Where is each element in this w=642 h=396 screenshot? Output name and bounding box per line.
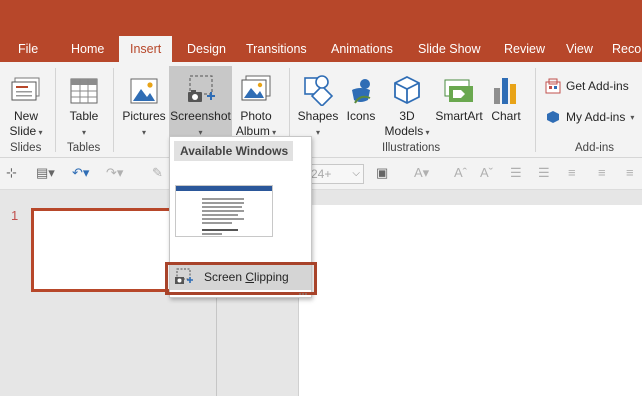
- pictures-icon: [130, 78, 158, 104]
- new-slide-label-line1: New: [13, 109, 38, 123]
- 3d-models-label-line2: Models: [384, 124, 424, 138]
- tab-home[interactable]: Home: [55, 36, 119, 62]
- my-add-ins-icon: [547, 111, 559, 123]
- chevron-down-icon: ▾: [36, 128, 43, 137]
- window-thumbnail-titlebar: [176, 186, 272, 191]
- group-label-illustrations: Illustrations: [382, 142, 441, 154]
- smartart-icon: [444, 79, 473, 102]
- shapes-label: Shapes: [297, 109, 339, 123]
- tab-record[interactable]: Reco: [605, 36, 642, 62]
- font-size-value: 24+: [311, 167, 332, 181]
- tab-transitions[interactable]: Transitions: [235, 36, 319, 62]
- chevron-down-icon: ▾: [423, 128, 430, 137]
- tab-insert[interactable]: Insert: [119, 36, 172, 62]
- undo-icon[interactable]: ↶▾: [72, 165, 89, 181]
- icons-button[interactable]: Icons: [342, 66, 380, 140]
- available-windows-header: Available Windows: [174, 141, 293, 161]
- chart-icon: [494, 78, 516, 104]
- get-add-ins-label: Get Add-ins: [566, 79, 629, 93]
- numbering-icon[interactable]: ☰: [538, 165, 550, 181]
- slide-canvas[interactable]: [298, 205, 642, 396]
- 3d-models-button[interactable]: 3D Models ▾: [383, 66, 431, 140]
- tab-review[interactable]: Review: [491, 36, 554, 62]
- shapes-button[interactable]: Shapes ▾: [296, 66, 340, 140]
- icons-label: Icons: [346, 109, 376, 123]
- arrange-icon[interactable]: ⊹: [6, 165, 17, 181]
- tab-file[interactable]: File: [0, 36, 55, 62]
- align-left-icon[interactable]: ≡: [598, 165, 606, 180]
- new-slide-label-line2: Slide: [9, 124, 37, 138]
- resize-grip-icon[interactable]: [298, 292, 308, 296]
- new-slide-icon: [11, 77, 40, 101]
- textbox-icon[interactable]: ▣: [376, 165, 388, 181]
- chevron-down-icon: ⌵: [352, 168, 360, 179]
- photo-album-label-line1: Photo: [240, 109, 272, 123]
- chevron-down-icon: ▾: [141, 128, 146, 137]
- font-increase-icon[interactable]: Aˆ: [454, 165, 467, 180]
- smartart-button[interactable]: SmartArt: [433, 66, 485, 140]
- ribbon-tabs: File Home Insert Design Transitions Anim…: [0, 36, 642, 62]
- new-slide-button[interactable]: New Slide ▾: [4, 66, 48, 140]
- 3d-models-label-line1: 3D: [399, 109, 415, 123]
- get-add-ins-button[interactable]: Get Add-ins: [545, 75, 629, 97]
- highlight-box: [165, 262, 317, 295]
- chevron-down-icon: ▾: [315, 128, 320, 137]
- font-decrease-icon[interactable]: Aˇ: [480, 165, 493, 180]
- group-label-slides: Slides: [10, 142, 42, 154]
- font-size-box[interactable]: 24+ ⌵: [304, 164, 364, 184]
- font-color-icon[interactable]: A▾: [414, 165, 429, 181]
- my-add-ins-button[interactable]: My Add-ins ▾: [545, 106, 634, 128]
- chevron-down-icon: ▾: [630, 112, 635, 122]
- redo-icon[interactable]: ↷▾: [106, 165, 123, 181]
- align-right-icon[interactable]: ≡: [626, 165, 634, 180]
- cube-icon: [394, 75, 420, 105]
- tab-slide-show[interactable]: Slide Show: [407, 36, 491, 62]
- group-divider: [113, 68, 114, 152]
- format-painter-icon[interactable]: ✎: [152, 165, 163, 181]
- pictures-label: Pictures: [122, 109, 166, 123]
- tab-animations[interactable]: Animations: [319, 36, 407, 62]
- group-label-add-ins: Add-ins: [575, 142, 614, 154]
- screenshot-button[interactable]: Screenshot ▾: [169, 66, 232, 140]
- store-icon: [545, 78, 561, 94]
- screenshot-icon: [187, 75, 215, 102]
- pictures-button[interactable]: Pictures ▾: [120, 66, 168, 140]
- table-icon: [70, 78, 98, 104]
- slide-number: 1: [11, 208, 19, 223]
- my-add-ins-label: My Add-ins: [566, 110, 626, 124]
- photo-album-icon: [241, 75, 271, 101]
- chart-button[interactable]: Chart: [486, 66, 526, 140]
- photo-album-button[interactable]: Photo Album ▾: [233, 66, 279, 140]
- group-divider: [55, 68, 56, 152]
- formatting-toolbar: ⊹ ▤▾ ↶▾ ↷▾ ✎ 24+ ⌵ ▣ A▾ Aˆ Aˇ ☰ ☰ ≡ ≡ ≡: [0, 158, 642, 190]
- icons-icon: [352, 79, 371, 104]
- chevron-down-icon: ▾: [81, 128, 86, 137]
- table-label: Table: [69, 109, 99, 123]
- screenshot-label: Screenshot: [170, 109, 231, 123]
- group-label-tables: Tables: [67, 142, 101, 154]
- bullets-icon[interactable]: ☰: [510, 165, 522, 181]
- table-button[interactable]: Table ▾: [62, 66, 106, 140]
- ribbon: New Slide ▾ Slides Table ▾ Tables Pictur…: [0, 62, 642, 158]
- layout-icon[interactable]: ▤▾: [36, 165, 55, 181]
- tab-view[interactable]: View: [554, 36, 605, 62]
- align-center-icon[interactable]: ≡: [568, 165, 576, 180]
- shapes-icon: [304, 75, 334, 106]
- window-thumbnail[interactable]: [175, 185, 273, 237]
- tab-design[interactable]: Design: [172, 36, 235, 62]
- chart-label: Chart: [491, 109, 521, 123]
- smartart-label: SmartArt: [435, 109, 483, 123]
- group-divider: [535, 68, 536, 152]
